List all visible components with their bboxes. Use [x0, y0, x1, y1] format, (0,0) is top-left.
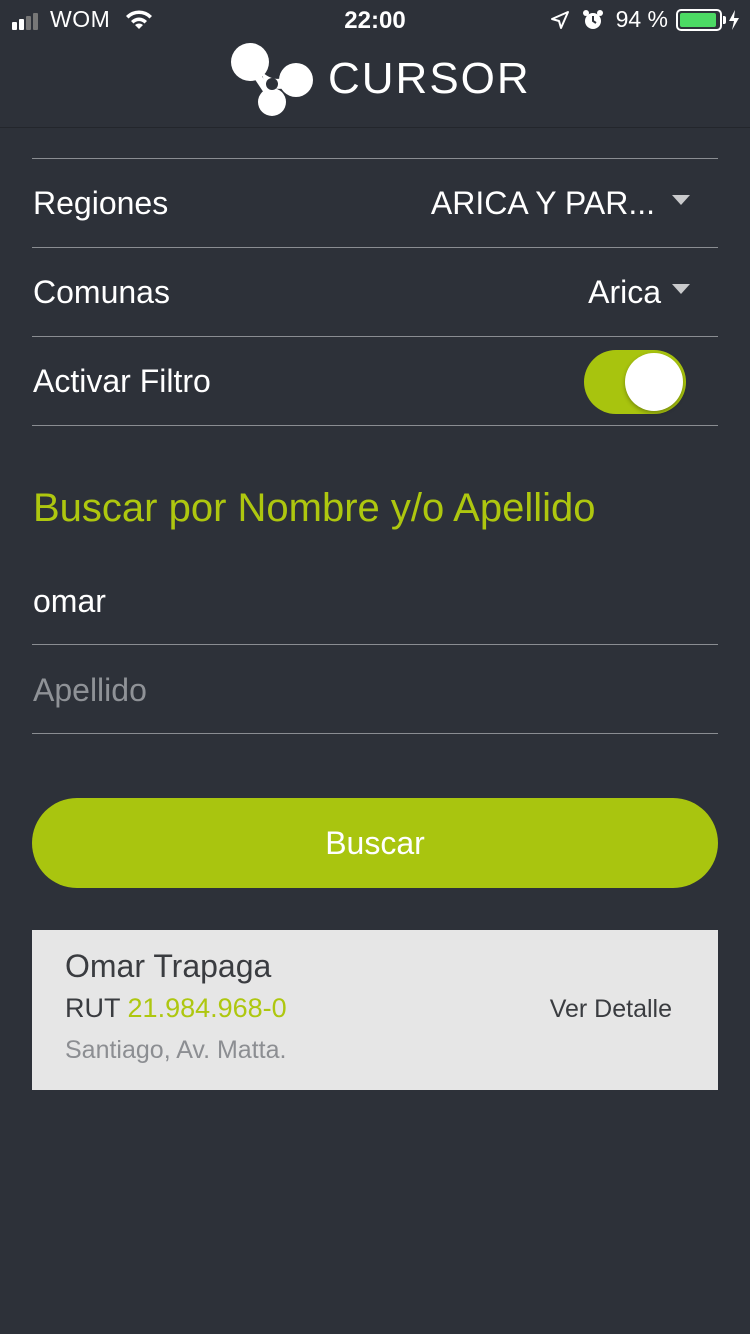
rut-value: 21.984.968-0 [127, 993, 287, 1023]
divider [32, 425, 718, 426]
logo-text: CURSOR [328, 54, 531, 103]
commune-value[interactable]: Arica [588, 274, 661, 311]
toggle-knob [625, 353, 683, 411]
name-input[interactable] [33, 571, 713, 631]
divider [32, 644, 718, 645]
chevron-down-icon[interactable] [672, 195, 690, 205]
alarm-icon [582, 9, 603, 29]
status-bar: WOM 22:00 94 % [0, 0, 750, 40]
chevron-down-icon[interactable] [672, 284, 690, 294]
search-section-title: Buscar por Nombre y/o Apellido [33, 486, 596, 530]
filter-toggle-label: Activar Filtro [33, 363, 211, 399]
divider [32, 733, 718, 734]
result-name: Omar Trapaga [65, 948, 272, 984]
battery-fill [680, 12, 716, 27]
commune-label: Comunas [33, 274, 170, 310]
region-value[interactable]: ARICA Y PAR... [431, 185, 655, 222]
divider [32, 247, 718, 248]
divider [32, 336, 718, 337]
charging-bolt-icon [729, 9, 739, 30]
status-right: 94 % [550, 6, 740, 33]
location-arrow-icon [550, 10, 569, 29]
molecule-logo-icon [231, 43, 313, 116]
app-header: CURSOR [0, 40, 750, 128]
battery-icon [676, 8, 726, 31]
battery-percent: 94 % [615, 6, 668, 32]
divider [32, 158, 718, 159]
rut-label: RUT [65, 993, 121, 1023]
view-detail-link[interactable]: Ver Detalle [550, 995, 672, 1024]
app-screen: WOM 22:00 94 % CURSOR Regiones ARICA Y P… [0, 0, 750, 1334]
region-label: Regiones [33, 185, 169, 221]
result-address: Santiago, Av. Matta. [65, 1036, 287, 1064]
search-button[interactable]: Buscar [32, 798, 718, 888]
lastname-input[interactable] [33, 660, 713, 720]
filter-toggle[interactable] [584, 350, 686, 414]
result-card[interactable]: Omar Trapaga RUT 21.984.968-0 Santiago, … [32, 930, 718, 1090]
result-rut: RUT 21.984.968-0 [65, 993, 287, 1024]
cursor-logo: CURSOR [230, 40, 531, 118]
